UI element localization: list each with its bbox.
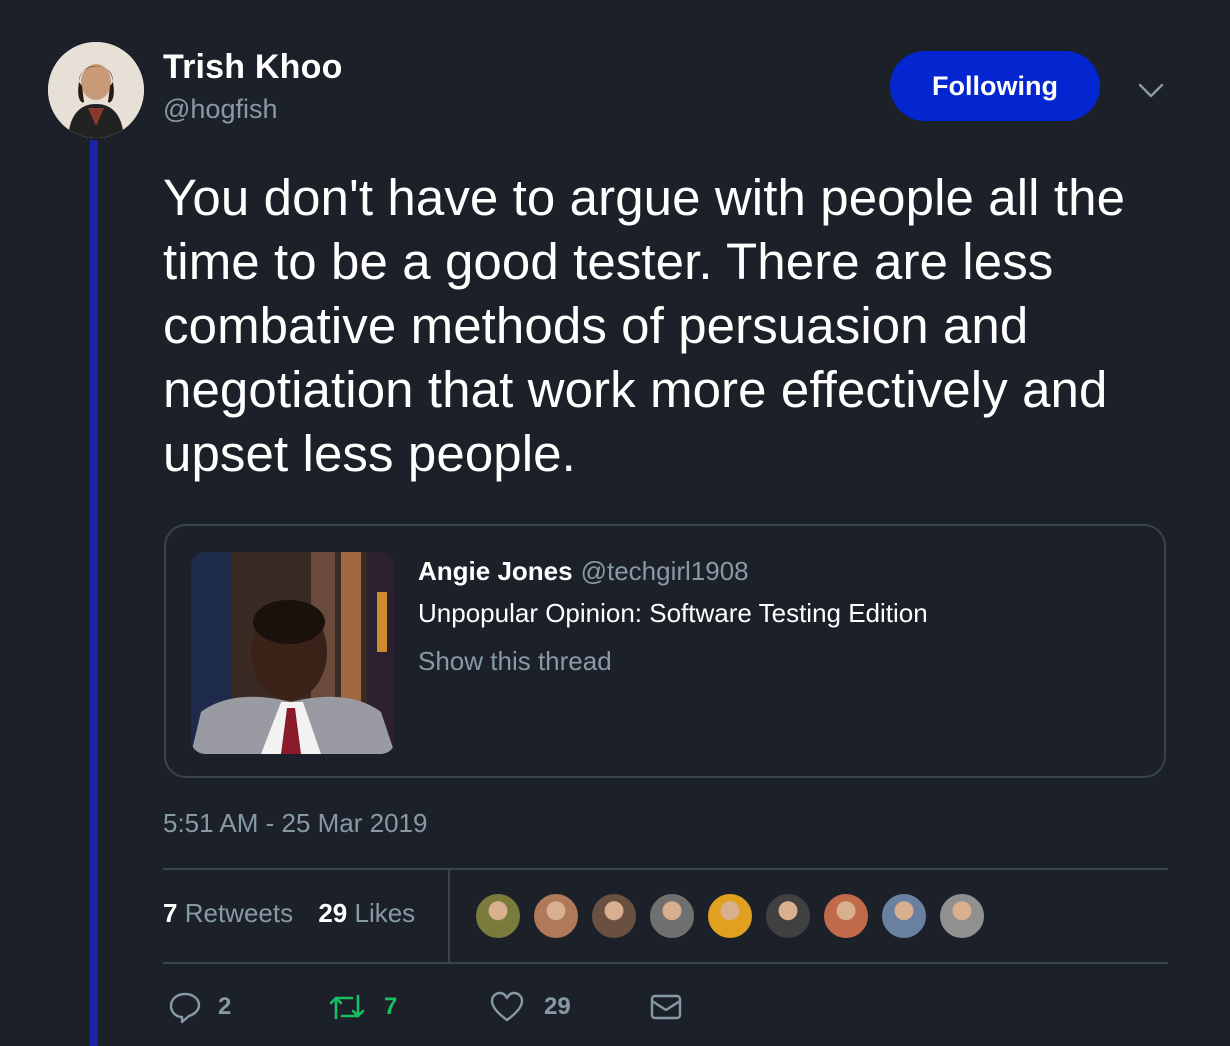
likes-count: 29 [318,898,348,928]
user-avatar-photo [48,42,144,138]
divider-bottom [163,962,1168,964]
like-count: 29 [544,993,571,1020]
retweets-stat[interactable]: 7 Retweets [163,898,293,928]
likes-label: Likes [354,898,416,928]
quoted-tweet-card[interactable]: Angie Jones @techgirl1908 Unpopular Opini… [164,524,1166,778]
reply-count: 2 [218,993,232,1020]
quoted-author-handle: @techgirl1908 [580,556,749,586]
liker-avatar[interactable] [938,892,986,940]
quoted-tweet-text: Unpopular Opinion: Software Testing Edit… [418,598,928,628]
show-thread-link[interactable]: Show this thread [418,646,612,677]
heart-icon [490,991,524,1022]
tweet-timestamp[interactable]: 5:51 AM - 25 Mar 2019 [163,808,427,839]
tweet-stats: 7 Retweets 29 Likes [163,898,415,929]
author-handle[interactable]: @hogfish [163,94,277,125]
reply-button[interactable]: 2 [168,990,231,1024]
liker-avatar[interactable] [764,892,812,940]
chevron-down-icon[interactable] [1136,78,1166,102]
retweet-button[interactable]: 7 [328,990,397,1024]
author-name[interactable]: Trish Khoo [163,48,343,87]
thread-line [90,140,98,1046]
envelope-icon [650,994,682,1020]
liker-avatar[interactable] [880,892,928,940]
divider-top [163,868,1168,870]
retweet-icon [329,994,365,1020]
likes-stat[interactable]: 29 Likes [318,898,415,928]
stats-separator [448,870,450,962]
liker-avatar[interactable] [822,892,870,940]
message-button[interactable] [650,992,682,1022]
following-button[interactable]: Following [890,51,1100,121]
liker-avatar[interactable] [532,892,580,940]
tweet-text: You don't have to argue with people all … [163,169,1126,482]
retweets-label: Retweets [184,898,294,928]
retweet-count: 7 [384,993,398,1020]
quoted-author-name: Angie Jones [418,556,573,586]
like-button[interactable]: 29 [490,990,571,1024]
liker-avatars [474,892,996,940]
quoted-author: Angie Jones @techgirl1908 [418,556,749,587]
liker-avatar[interactable] [706,892,754,940]
liker-avatar[interactable] [648,892,696,940]
quoted-photo[interactable] [191,552,395,754]
liker-avatar[interactable] [590,892,638,940]
liker-avatar[interactable] [474,892,522,940]
retweets-count: 7 [163,898,178,928]
reply-icon [169,992,201,1024]
author-avatar[interactable] [48,42,144,138]
